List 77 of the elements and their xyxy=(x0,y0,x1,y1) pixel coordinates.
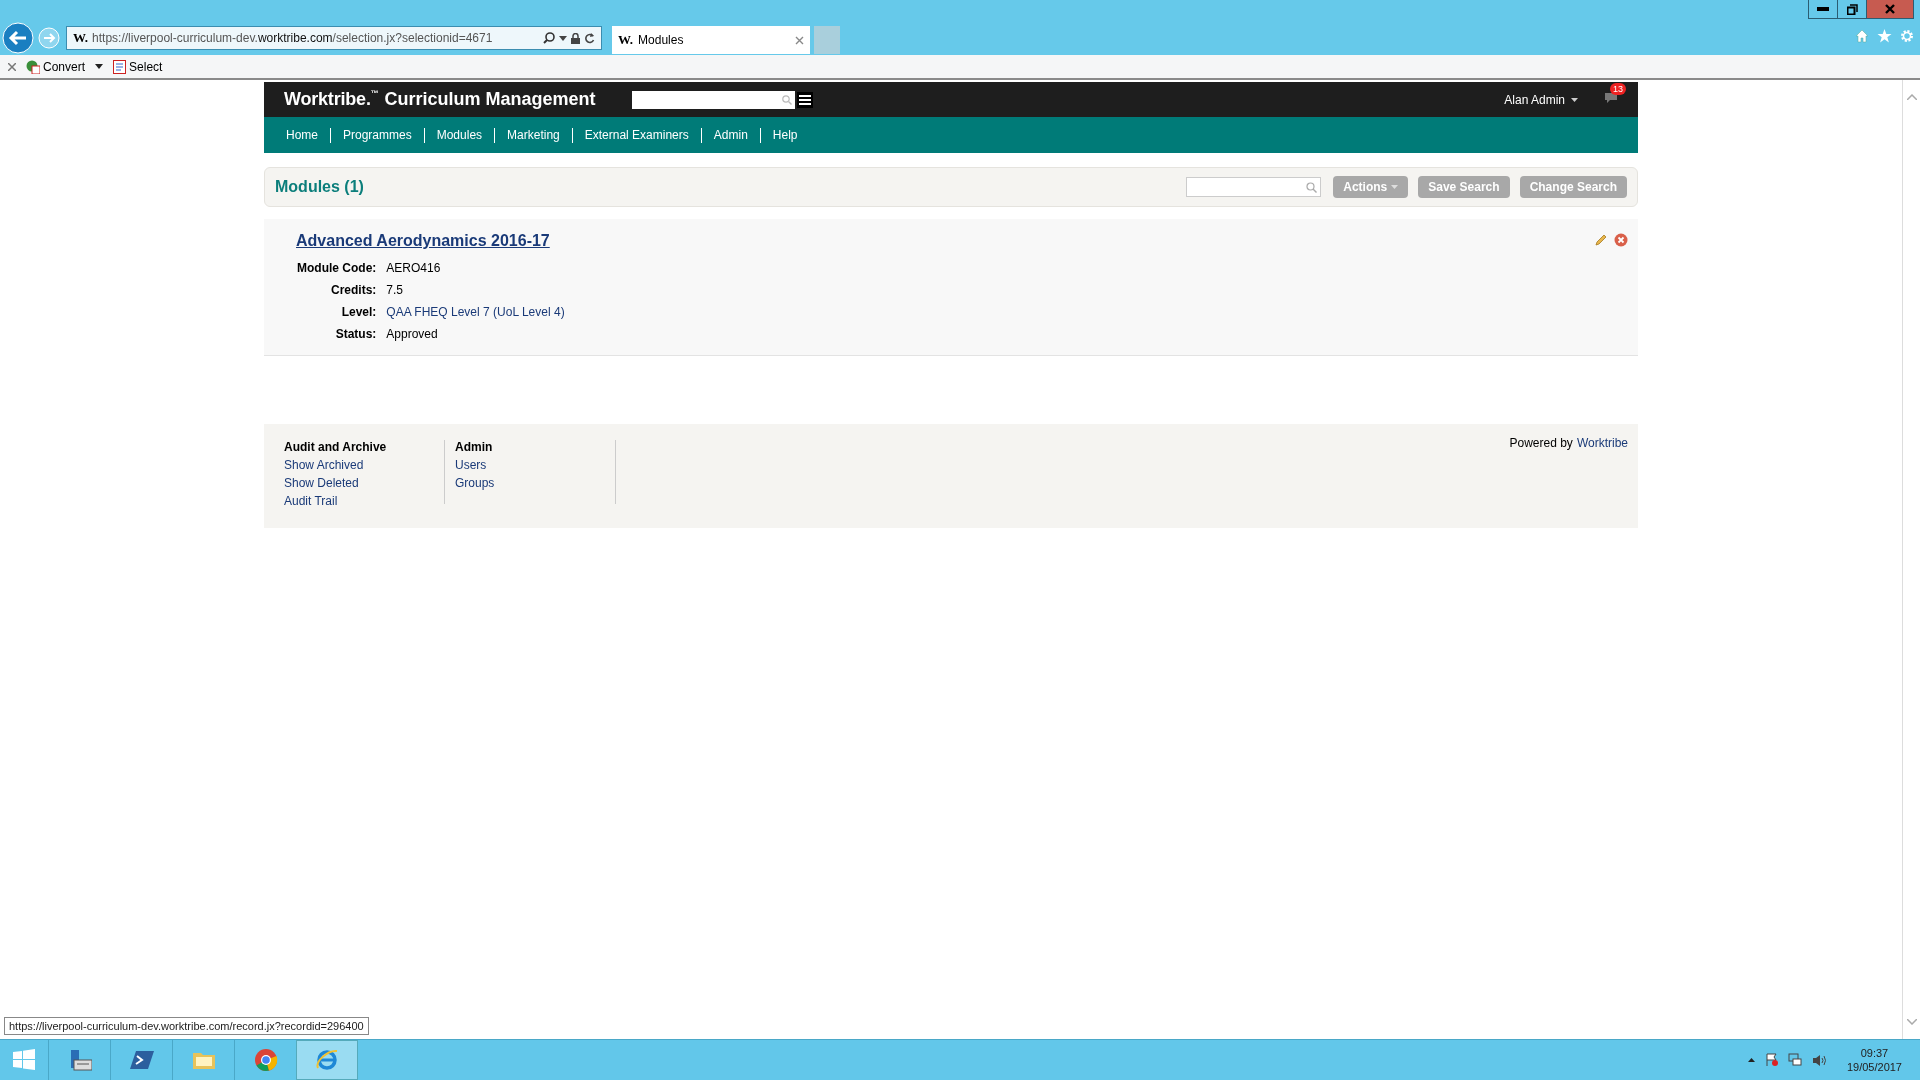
field-value: 7.5 xyxy=(386,283,404,297)
footer-link[interactable]: Worktribe xyxy=(1576,436,1628,528)
nav-link[interactable]: Programmes xyxy=(330,127,424,143)
record-title-link[interactable]: Advanced Aerodynamics 2016-17 xyxy=(296,232,550,249)
nav-link[interactable]: Marketing xyxy=(494,127,572,143)
nav-link[interactable]: Admin xyxy=(700,127,760,143)
document-icon xyxy=(113,59,127,74)
chat-icon[interactable] xyxy=(1604,92,1618,104)
status-url: https://liverpool-curriculum-dev.worktribe.com/record.jx?recordid=296400 xyxy=(4,1017,369,1035)
close-icon[interactable] xyxy=(8,62,16,71)
user-menu[interactable]: Alan Admin xyxy=(1504,92,1578,107)
windows-logo-icon xyxy=(13,1049,35,1071)
nav-link[interactable]: External Examiners xyxy=(571,127,701,143)
footer-link[interactable]: Show Deleted xyxy=(284,476,444,490)
site-logo: W. xyxy=(618,32,634,48)
lock-icon xyxy=(571,32,580,44)
star-icon[interactable] xyxy=(1877,29,1892,43)
field-value: AERO416 xyxy=(386,261,442,275)
close-button[interactable] xyxy=(1866,0,1913,18)
footer-link[interactable]: Audit Trail xyxy=(284,494,444,508)
footer-heading: Audit and Archive xyxy=(284,440,388,454)
app-subtitle: Curriculum Management xyxy=(384,89,596,110)
browser-logo-icon xyxy=(315,1048,339,1072)
caret-icon xyxy=(1571,97,1578,102)
minimize-icon xyxy=(1817,7,1829,11)
field-label: Credits: xyxy=(330,283,377,297)
caret-icon[interactable] xyxy=(559,35,567,41)
address-bar[interactable]: W. https://liverpool-curriculum-dev.worktribe.com/selection.jx?selectionid=4671 xyxy=(66,26,602,50)
search-field[interactable] xyxy=(631,90,795,109)
field-label: Level: xyxy=(340,305,377,319)
scrollbar[interactable] xyxy=(1902,80,1920,1039)
caret-icon[interactable] xyxy=(95,64,104,69)
field-value: Approved xyxy=(386,327,439,341)
globe-document-icon xyxy=(26,59,40,74)
convert-button[interactable]: Convert xyxy=(26,59,86,74)
nav-link[interactable]: Modules xyxy=(423,127,495,143)
notification-badge: 13 xyxy=(1610,83,1626,95)
menu-icon[interactable] xyxy=(796,91,813,108)
url-text[interactable]: https://liverpool-curriculum-dev.worktribe.com/selection.jx?selectionid=4671 xyxy=(92,31,539,45)
clock[interactable]: 09:37 19/05/2017 xyxy=(1846,1046,1902,1074)
back-icon[interactable] xyxy=(2,22,34,54)
scroll-up-icon[interactable] xyxy=(1906,94,1917,100)
powered-by-text: Powered by xyxy=(1509,436,1573,452)
restore-icon xyxy=(1846,3,1858,15)
browser-tab[interactable]: W. Modules xyxy=(612,26,810,54)
footer-link[interactable]: Show Archived xyxy=(284,458,444,472)
flag-icon[interactable] xyxy=(1764,1053,1778,1067)
results-title: Modules (1) xyxy=(275,178,364,196)
search-icon xyxy=(1306,181,1318,193)
search-field[interactable] xyxy=(1186,177,1322,197)
caret-icon[interactable] xyxy=(1747,1058,1755,1062)
pencil-icon[interactable] xyxy=(1594,233,1608,247)
close-icon xyxy=(1885,4,1895,14)
close-icon[interactable] xyxy=(795,35,804,45)
speaker-icon[interactable] xyxy=(1811,1053,1827,1067)
site-logo: W. xyxy=(73,30,89,46)
delete-icon[interactable] xyxy=(1614,233,1628,247)
search-icon xyxy=(781,94,792,105)
footer-heading: Admin xyxy=(455,440,494,454)
field-label: Module Code: xyxy=(297,261,377,275)
caret-icon xyxy=(1391,185,1399,189)
network-icon[interactable] xyxy=(1787,1053,1802,1067)
field-label: Status: xyxy=(334,327,377,341)
app-title: Worktribe.™ xyxy=(284,89,379,110)
home-icon[interactable] xyxy=(1855,29,1869,43)
nav-link[interactable]: Help xyxy=(759,127,810,143)
search-icon[interactable] xyxy=(543,32,555,44)
terminal-icon xyxy=(129,1048,154,1072)
select-button[interactable]: Select xyxy=(113,59,163,74)
footer-link[interactable]: Groups xyxy=(455,476,615,490)
field-link[interactable]: QAA FHEQ Level 7 (UoL Level 4) xyxy=(386,305,1628,319)
browser-logo-icon xyxy=(253,1048,278,1072)
scroll-down-icon[interactable] xyxy=(1906,1019,1917,1025)
footer-link[interactable]: Users xyxy=(455,458,615,472)
refresh-icon[interactable] xyxy=(584,32,595,44)
nav-link[interactable]: Home xyxy=(274,127,330,143)
taskbar-app[interactable] xyxy=(296,1040,358,1080)
